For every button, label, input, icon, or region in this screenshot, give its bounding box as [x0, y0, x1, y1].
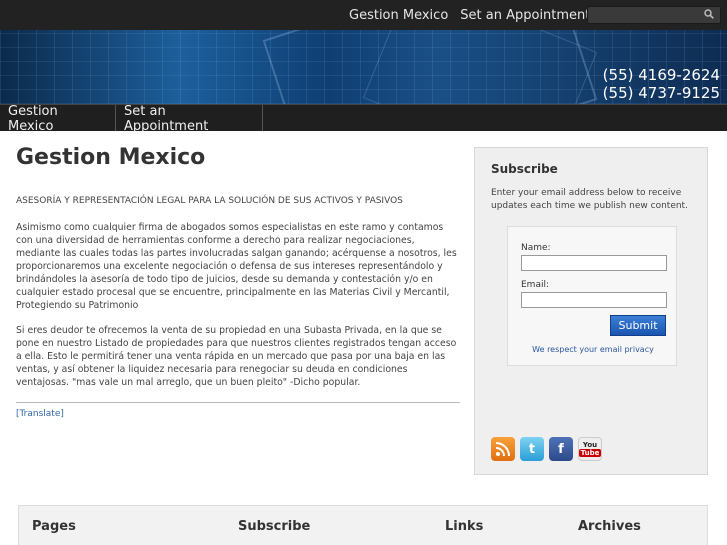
top-nav-gestion-mexico[interactable]: Gestion Mexico	[349, 8, 448, 23]
footer-heading-pages: Pages	[32, 519, 76, 534]
email-label: Email:	[521, 280, 550, 290]
top-nav: Gestion Mexico Set an Appointment	[349, 0, 590, 30]
phone-numbers: (55) 4169-2624 (55) 4737-9125	[603, 66, 720, 102]
youtube-text-top: You	[582, 441, 598, 449]
facebook-icon[interactable]: f	[549, 437, 573, 461]
footer-heading-links: Links	[445, 519, 484, 534]
social-icons: t f You Tube	[491, 437, 602, 461]
footer-widgets: Pages Subscribe Links Archives	[18, 505, 708, 545]
subscribe-form: Name: Email: Submit We respect your emai…	[507, 226, 677, 366]
page-subtitle: ASESORÍA Y REPRESENTACIÓN LEGAL PARA LA …	[16, 196, 403, 206]
top-nav-set-appointment[interactable]: Set an Appointment	[460, 8, 590, 23]
email-field[interactable]	[521, 292, 667, 308]
subscribe-widget: Subscribe Enter your email address below…	[474, 147, 708, 475]
twitter-icon[interactable]: t	[520, 437, 544, 461]
privacy-link[interactable]: We respect your email privacy	[508, 345, 678, 354]
name-label: Name:	[521, 243, 551, 253]
youtube-icon[interactable]: You Tube	[578, 437, 602, 461]
body-paragraph-1: Asimismo como cualquier firma de abogado…	[16, 222, 457, 311]
youtube-text-bottom: Tube	[578, 449, 602, 457]
name-field[interactable]	[521, 255, 667, 271]
header-banner: (55) 4169-2624 (55) 4737-9125	[0, 30, 727, 104]
nav-item-set-appointment[interactable]: Set an Appointment	[116, 104, 263, 134]
submit-button[interactable]: Submit	[610, 315, 666, 336]
translate-link[interactable]: [Translate]	[16, 409, 64, 419]
nav-item-gestion-mexico[interactable]: Gestion Mexico	[0, 104, 116, 134]
footer-heading-subscribe: Subscribe	[238, 519, 311, 534]
body-paragraph-2: Si eres deudor te ofrecemos la venta de …	[16, 325, 457, 388]
search-input[interactable]	[587, 6, 721, 24]
phone-number-1: (55) 4169-2624	[602, 66, 720, 84]
footer-heading-archives: Archives	[578, 519, 641, 534]
divider	[16, 402, 460, 403]
widget-title: Subscribe	[491, 162, 558, 176]
phone-number-2: (55) 4737-9125	[602, 84, 720, 102]
banner-shape	[362, 30, 598, 104]
rss-icon[interactable]	[491, 437, 515, 461]
widget-description: Enter your email address below to receiv…	[491, 188, 688, 211]
search-icon[interactable]	[704, 9, 714, 19]
page-title: Gestion Mexico	[16, 145, 206, 170]
main-nav: Gestion Mexico Set an Appointment	[0, 104, 727, 134]
